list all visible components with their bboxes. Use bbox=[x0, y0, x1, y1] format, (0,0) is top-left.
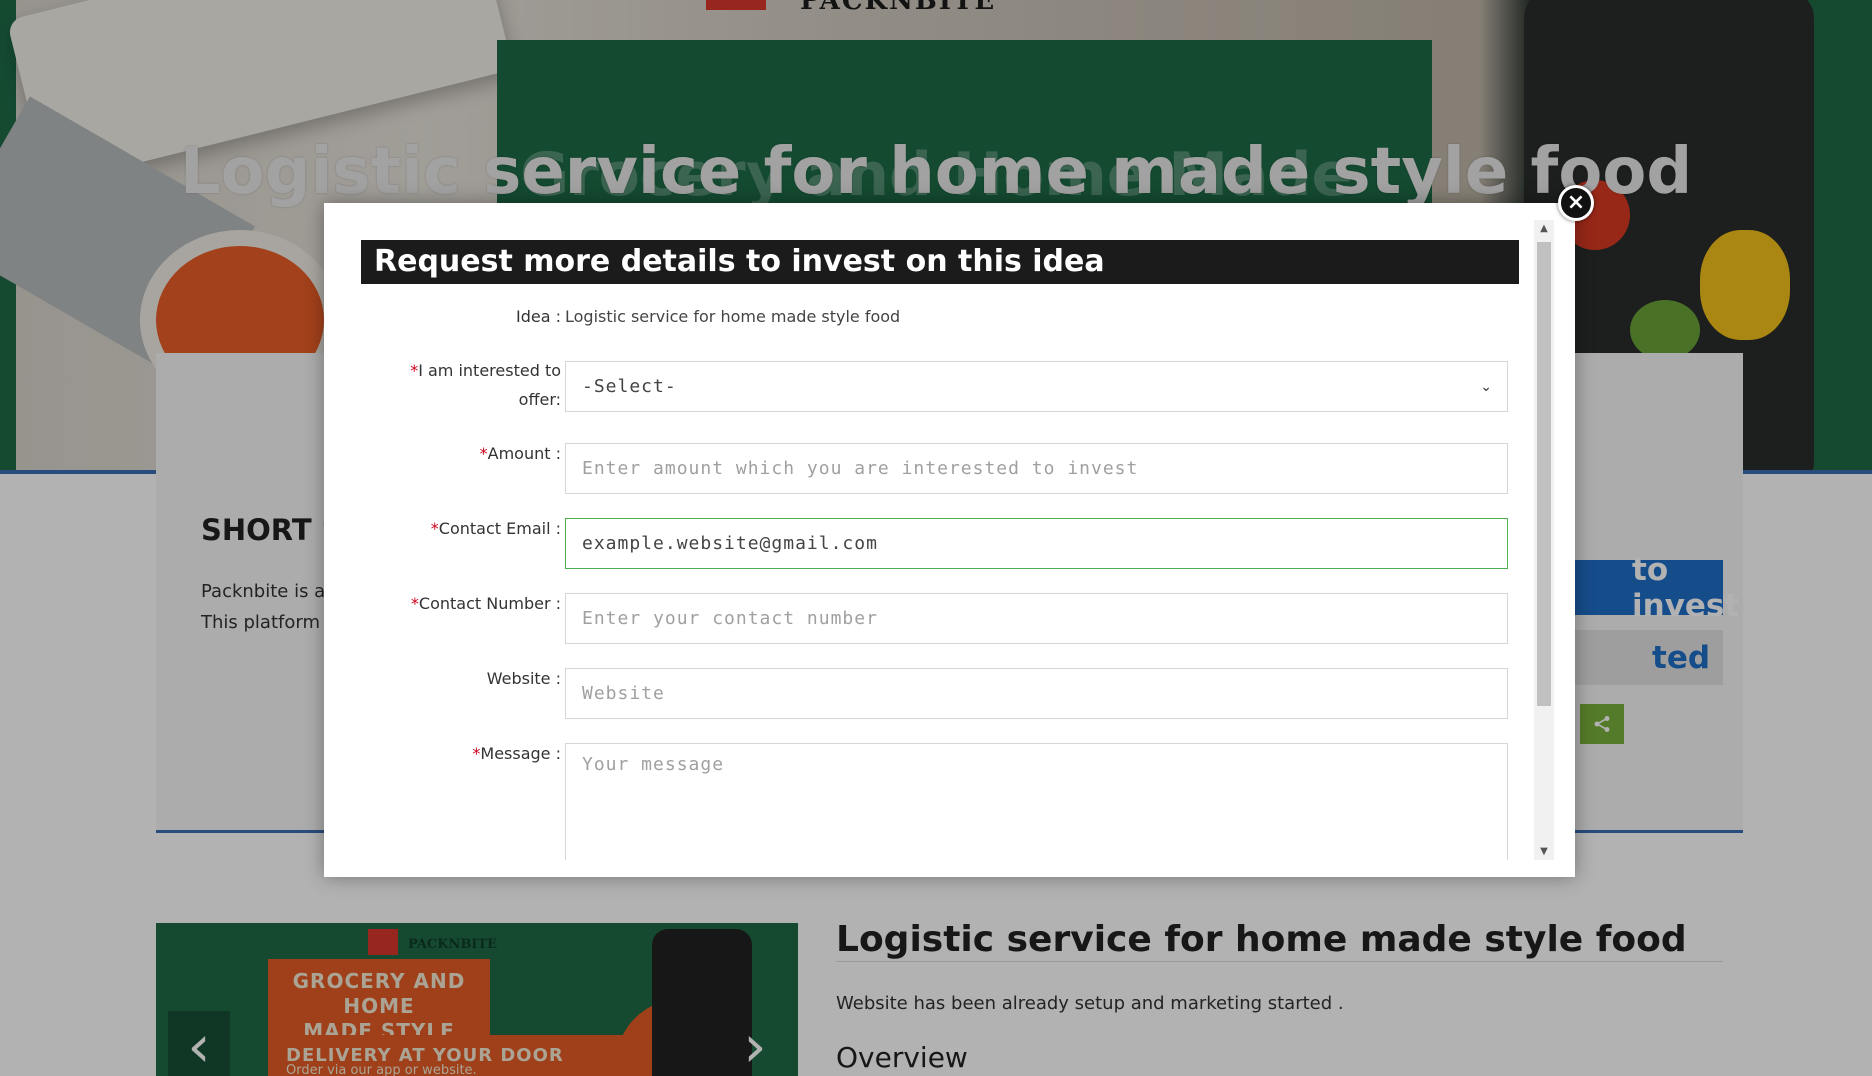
modal-form: Request more details to invest on this i… bbox=[361, 240, 1519, 860]
required-marker: * bbox=[430, 519, 439, 538]
website-label: Website : bbox=[486, 669, 561, 688]
chevron-down-icon: ⌄ bbox=[1480, 378, 1493, 395]
offer-select[interactable]: -Select- ⌄ bbox=[565, 361, 1508, 412]
scroll-thumb[interactable] bbox=[1537, 242, 1551, 706]
required-marker: * bbox=[410, 361, 419, 380]
close-button[interactable]: × bbox=[1558, 185, 1594, 221]
required-marker: * bbox=[479, 444, 488, 463]
amount-input[interactable]: Enter amount which you are interested to… bbox=[565, 443, 1508, 494]
email-input[interactable]: example.website@gmail.com bbox=[565, 518, 1508, 569]
email-label-text: Contact Email : bbox=[438, 519, 561, 538]
idea-label: Idea : bbox=[516, 307, 561, 326]
required-marker: * bbox=[410, 594, 419, 613]
offer-label-text: I am interested to offer: bbox=[418, 361, 561, 409]
phone-input[interactable]: Enter your contact number bbox=[565, 593, 1508, 644]
scroll-up-icon[interactable]: ▲ bbox=[1534, 220, 1554, 237]
phone-label: *Contact Number : bbox=[361, 589, 561, 618]
invest-request-modal: Request more details to invest on this i… bbox=[324, 203, 1575, 877]
amount-label: *Amount : bbox=[361, 439, 561, 468]
idea-value: Logistic service for home made style foo… bbox=[565, 307, 901, 326]
website-input[interactable]: Website bbox=[565, 668, 1508, 719]
phone-label-text: Contact Number : bbox=[418, 594, 561, 613]
modal-title: Request more details to invest on this i… bbox=[361, 240, 1519, 284]
message-label: *Message : bbox=[361, 739, 561, 768]
message-textarea[interactable]: Your message bbox=[565, 743, 1508, 860]
close-icon: × bbox=[1566, 190, 1586, 215]
modal-scrollbar[interactable]: ▲ ▼ bbox=[1534, 220, 1554, 860]
message-label-text: Message : bbox=[480, 744, 561, 763]
amount-label-text: Amount : bbox=[487, 444, 561, 463]
scroll-down-icon[interactable]: ▼ bbox=[1534, 843, 1554, 860]
offer-label: *I am interested to offer: bbox=[361, 356, 561, 414]
email-label: *Contact Email : bbox=[361, 514, 561, 543]
offer-selected-value: -Select- bbox=[582, 376, 677, 397]
